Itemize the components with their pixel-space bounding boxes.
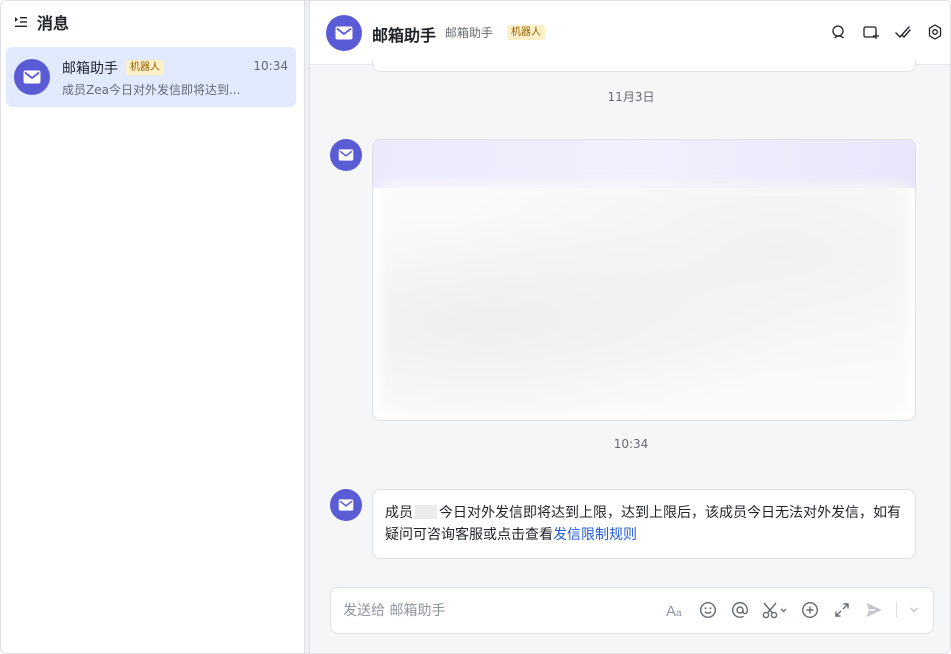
mail-icon — [338, 499, 354, 511]
add-tab-icon[interactable] — [862, 23, 880, 41]
add-icon[interactable] — [800, 600, 820, 620]
conversation-sidebar: 消息 邮箱助手 机器人 10:34 成员Zea今日对外发信即将达到... — [1, 1, 304, 653]
composer-toolbar: Aa — [666, 600, 919, 620]
mark-read-icon[interactable] — [894, 23, 912, 41]
mention-icon[interactable] — [730, 600, 750, 620]
card-content — [381, 184, 909, 414]
conversation-item-mail-assistant[interactable]: 邮箱助手 机器人 10:34 成员Zea今日对外发信即将达到... — [6, 47, 296, 107]
message-text: 今日对外发信即将达到上限，达到上限后，该成员今日无法对外发信，如有疑问可咨询客服… — [385, 505, 901, 543]
message-composer: Aa — [330, 587, 934, 634]
previous-message-card — [372, 59, 916, 72]
time-separator: 10:34 — [613, 437, 649, 451]
avatar[interactable] — [330, 489, 362, 521]
bot-badge: 机器人 — [126, 60, 164, 75]
chat-header: 邮箱助手 邮箱助手 机器人 — [310, 1, 950, 65]
send-icon[interactable] — [864, 600, 884, 620]
redacted-name — [415, 505, 437, 519]
message-text-start: 成员 — [385, 505, 413, 521]
date-separator: 11月3日 — [607, 90, 655, 104]
card-header — [373, 140, 915, 188]
divider — [896, 602, 897, 618]
chat-subtitle: 邮箱助手 — [445, 26, 494, 40]
conversation-name: 邮箱助手 — [62, 61, 118, 77]
collapse-menu-icon[interactable] — [13, 14, 29, 30]
screenshot-icon[interactable] — [762, 600, 788, 620]
avatar — [14, 59, 50, 95]
avatar[interactable] — [330, 139, 362, 171]
svg-text:A: A — [666, 603, 676, 618]
search-icon[interactable] — [830, 23, 848, 41]
emoji-icon[interactable] — [698, 600, 718, 620]
avatar[interactable] — [326, 15, 362, 51]
settings-icon[interactable] — [926, 23, 944, 41]
send-options-icon[interactable] — [909, 600, 919, 620]
conversation-time: 10:34 — [253, 59, 288, 73]
message-input[interactable] — [343, 600, 643, 622]
text-format-icon[interactable]: Aa — [666, 600, 686, 620]
sidebar-title: 消息 — [37, 14, 70, 33]
send-limit-rules-link[interactable]: 发信限制规则 — [553, 527, 637, 543]
expand-icon[interactable] — [832, 600, 852, 620]
mail-icon — [335, 26, 353, 40]
app-window: 消息 邮箱助手 机器人 10:34 成员Zea今日对外发信即将达到... 邮箱助… — [0, 0, 951, 654]
message-bubble: 成员 今日对外发信即将达到上限，达到上限后，该成员今日无法对外发信，如有疑问可咨询… — [372, 489, 916, 559]
message-card-blurred[interactable] — [372, 139, 916, 421]
chat-panel: 邮箱助手 邮箱助手 机器人 11月3日 10:34 成员 今日对外发信即将达到上… — [310, 1, 950, 653]
header-actions — [830, 23, 944, 41]
svg-text:a: a — [676, 608, 682, 618]
conversation-preview: 成员Zea今日对外发信即将达到... — [62, 83, 241, 97]
mail-icon — [338, 149, 354, 161]
chat-title: 邮箱助手 — [372, 26, 437, 45]
sidebar-header: 消息 — [13, 11, 69, 33]
bot-badge: 机器人 — [507, 25, 545, 40]
mail-icon — [23, 70, 41, 84]
